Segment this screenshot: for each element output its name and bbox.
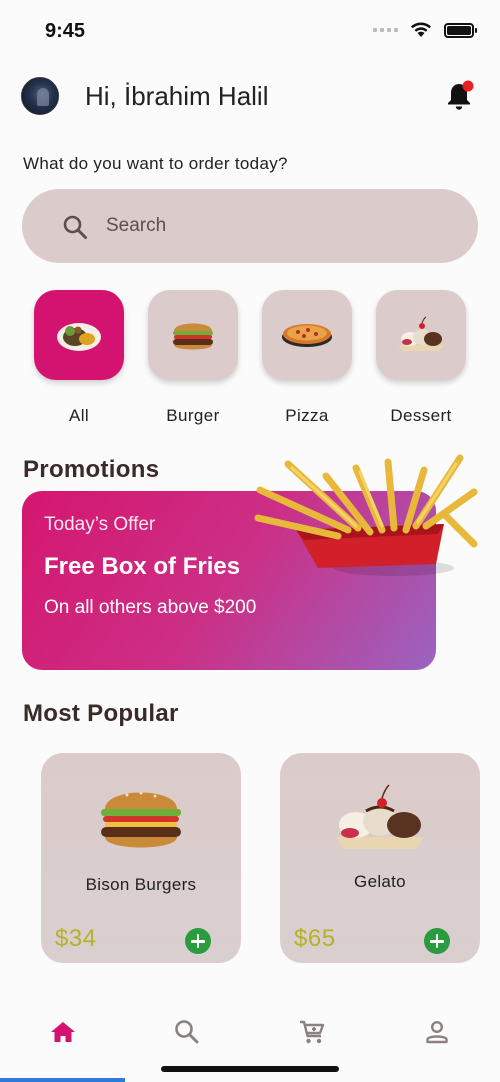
category-tile[interactable] (376, 290, 466, 380)
notification-dot (462, 80, 474, 92)
product-name: Gelato (354, 872, 406, 891)
wifi-icon (411, 22, 431, 37)
product-price: $34 (55, 925, 97, 952)
nav-home[interactable] (49, 1018, 77, 1046)
add-to-cart-button[interactable] (185, 928, 211, 954)
dessert-icon (398, 316, 444, 351)
search-bar[interactable] (22, 189, 478, 263)
category-label: All (68, 406, 90, 425)
plate-icon (57, 323, 101, 351)
active-tab-indicator (0, 1078, 125, 1082)
search-input[interactable] (106, 189, 446, 263)
cart-icon (300, 1020, 325, 1044)
product-price: $65 (294, 925, 336, 952)
battery-icon (444, 22, 477, 38)
promotions-title: Promotions (23, 456, 160, 483)
burger-icon (173, 323, 213, 350)
product-name: Bison Burgers (85, 875, 197, 894)
status-time: 9:45 (45, 20, 86, 42)
popular-title: Most Popular (23, 700, 179, 727)
product-card[interactable]: Gelato $65 (280, 753, 480, 963)
fries-image (254, 454, 478, 576)
category-tile[interactable] (148, 290, 238, 380)
avatar[interactable] (21, 77, 59, 115)
promo-kicker: Today’s Offer (44, 514, 156, 535)
nav-cart[interactable] (298, 1018, 326, 1046)
status-icons (373, 22, 477, 38)
home-indicator (161, 1066, 339, 1072)
signal-icon (373, 28, 398, 32)
bell-icon (448, 80, 474, 110)
greeting: Hi, İbrahim Halil (85, 81, 269, 111)
category-label: Dessert (390, 406, 452, 425)
search-icon (175, 1020, 199, 1044)
pizza-icon (282, 324, 332, 347)
nav-profile[interactable] (423, 1018, 451, 1046)
category-burger[interactable]: Burger (148, 290, 238, 426)
profile-icon (426, 1020, 448, 1044)
burger-image (101, 791, 181, 848)
promo-description: On all others above $200 (44, 597, 257, 618)
category-tile[interactable] (262, 290, 352, 380)
category-label: Pizza (285, 406, 329, 425)
category-pizza[interactable]: Pizza (262, 290, 352, 426)
promo-headline: Free Box of Fries (44, 553, 241, 580)
category-label: Burger (166, 406, 220, 425)
product-card[interactable]: Bison Burgers $34 (41, 753, 241, 963)
gelato-image (336, 784, 424, 849)
nav-search[interactable] (173, 1018, 201, 1046)
search-icon (63, 215, 87, 239)
category-dessert[interactable]: Dessert (376, 290, 466, 426)
subtitle: What do you want to order today? (23, 154, 288, 173)
notification-button[interactable] (443, 80, 475, 112)
category-all[interactable]: All (34, 290, 124, 426)
home-icon (51, 1022, 75, 1042)
category-tile[interactable] (34, 290, 124, 380)
add-to-cart-button[interactable] (424, 928, 450, 954)
status-bar: 9:45 (0, 0, 500, 60)
